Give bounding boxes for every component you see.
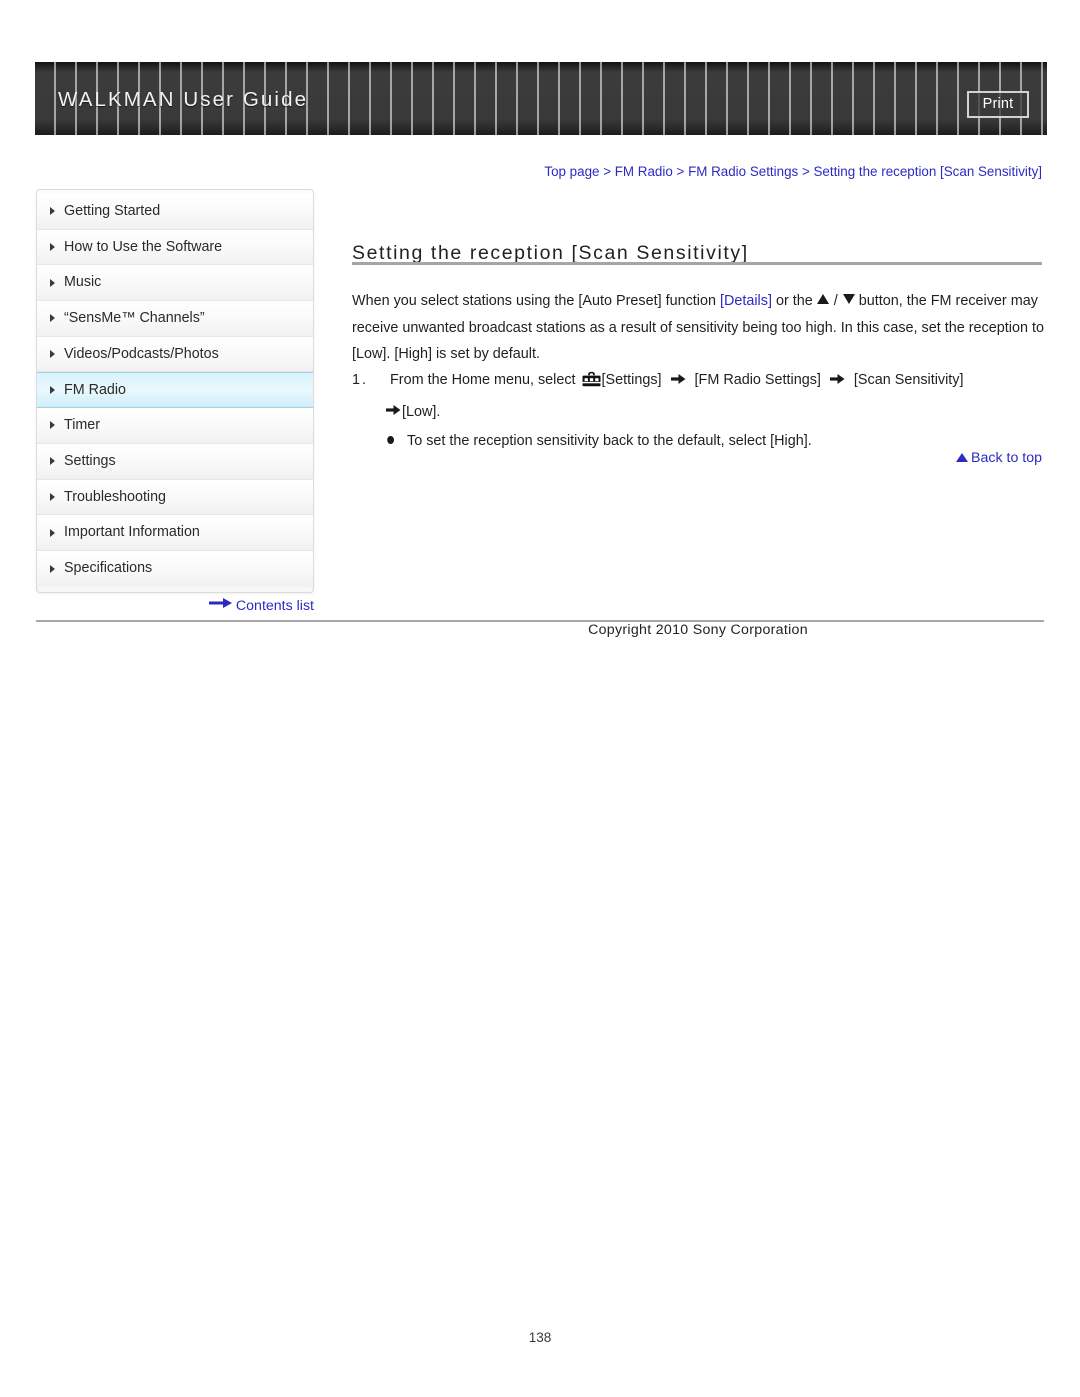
triangle-bullet-icon (50, 528, 55, 537)
breadcrumb-separator: > (672, 164, 689, 179)
page-number: 138 (528, 1330, 552, 1345)
sidebar-item-timer[interactable]: Timer (37, 408, 313, 444)
paragraph-part-2: or the (771, 293, 817, 309)
sidebar-item-troubleshooting[interactable]: Troubleshooting (37, 479, 313, 516)
triangle-bullet-icon (50, 278, 55, 287)
breadcrumb: Top page > FM Radio > FM Radio Settings … (350, 164, 1042, 179)
breadcrumb-separator: > (798, 164, 814, 179)
triangle-bullet-icon (50, 243, 55, 252)
document-page: WALKMAN User Guide Print Top page > FM R… (0, 0, 1080, 1397)
sidebar-item-label: Specifications (64, 559, 153, 576)
breadcrumb-separator: > (599, 164, 615, 179)
step-segment-fm-radio-settings: [FM Radio Settings] (694, 372, 821, 388)
copyright-text: Copyright 2010 Sony Corporation (588, 622, 808, 638)
sidebar-item-fm-radio[interactable]: FM Radio (37, 372, 313, 409)
right-arrow-icon (670, 369, 686, 394)
sidebar-item-sensme-channels[interactable]: “SensMe™ Channels” (37, 301, 313, 337)
sidebar-item-music[interactable]: Music (37, 265, 313, 302)
step-1-continuation: [Low]. (352, 400, 1044, 425)
sidebar-item-videos-podcasts-photos[interactable]: Videos/Podcasts/Photos (37, 336, 313, 373)
details-link[interactable]: [Details] (720, 293, 772, 309)
triangle-bullet-icon (50, 457, 55, 466)
sidebar-item-settings[interactable]: Settings (37, 443, 313, 480)
sidebar-item-label: Important Information (64, 524, 200, 541)
breadcrumb-item-current[interactable]: Setting the reception [Scan Sensitivity] (813, 164, 1042, 179)
step-1: 1. From the Home menu, select [Settings] … (352, 368, 1044, 396)
triangle-bullet-icon (50, 564, 55, 573)
sidebar-item-label: Music (64, 274, 102, 291)
note-text: To set the reception sensitivity back to… (407, 433, 812, 449)
triangle-bullet-icon (50, 314, 55, 323)
toolbox-icon (582, 371, 601, 396)
sidebar-item-label: “SensMe™ Channels” (64, 310, 205, 327)
contents-list-label: Contents list (235, 598, 314, 614)
sidebar-nav: Getting Started How to Use the Software … (36, 189, 314, 593)
print-button[interactable]: Print (967, 91, 1029, 118)
step-continuation-label: [Low]. (402, 404, 441, 420)
sidebar-item-label: FM Radio (64, 382, 126, 399)
sidebar-item-label: Settings (64, 452, 116, 469)
triangle-bullet-icon (50, 421, 55, 430)
contents-list-link[interactable]: Contents list (36, 598, 314, 614)
sidebar-item-label: Getting Started (64, 203, 161, 219)
sidebar-item-specifications[interactable]: Specifications (37, 550, 313, 587)
step-segment-settings: [Settings] (601, 372, 662, 388)
right-arrow-icon (208, 597, 233, 613)
step-text-before-icon: From the Home menu, select (390, 372, 580, 388)
up-triangle-icon (816, 294, 829, 304)
breadcrumb-item-fm-radio-settings[interactable]: FM Radio Settings (688, 164, 798, 179)
up-triangle-icon (956, 453, 969, 462)
sidebar-item-label: How to Use the Software (64, 238, 223, 255)
title-divider (352, 262, 1042, 265)
sidebar-item-important-information[interactable]: Important Information (37, 515, 313, 551)
sidebar-item-getting-started[interactable]: Getting Started (37, 194, 313, 230)
sidebar-item-label: Videos/Podcasts/Photos (64, 345, 219, 362)
site-header-banner: WALKMAN User Guide Print (35, 62, 1047, 135)
triangle-bullet-icon (50, 386, 55, 395)
step-segment-scan-sensitivity: [Scan Sensitivity] (853, 372, 964, 388)
sidebar-item-label: Timer (64, 417, 101, 434)
step-number: 1. (352, 372, 369, 388)
back-to-top-label: Back to top (971, 450, 1042, 466)
intro-paragraph: When you select stations using the [Auto… (352, 288, 1044, 368)
right-arrow-icon (829, 369, 845, 394)
breadcrumb-item-top-page[interactable]: Top page (544, 164, 599, 179)
triangle-bullet-icon (50, 350, 55, 359)
right-arrow-icon (386, 400, 401, 425)
bullet-dot-icon (386, 429, 396, 454)
down-triangle-icon (842, 294, 855, 304)
sidebar-item-label: Troubleshooting (64, 488, 166, 505)
triangle-bullet-icon (50, 207, 55, 216)
paragraph-part-1: When you select stations using the [Auto… (352, 293, 720, 309)
sidebar-item-how-to-use-the-software[interactable]: How to Use the Software (37, 229, 313, 266)
breadcrumb-item-fm-radio[interactable]: FM Radio (615, 164, 673, 179)
triangle-bullet-icon (50, 492, 55, 501)
site-title: WALKMAN User Guide (58, 88, 309, 111)
back-to-top-link[interactable]: Back to top (760, 450, 1042, 466)
slash-separator: / (833, 293, 838, 309)
procedure-steps: 1. From the Home menu, select [Settings] … (352, 368, 1044, 454)
